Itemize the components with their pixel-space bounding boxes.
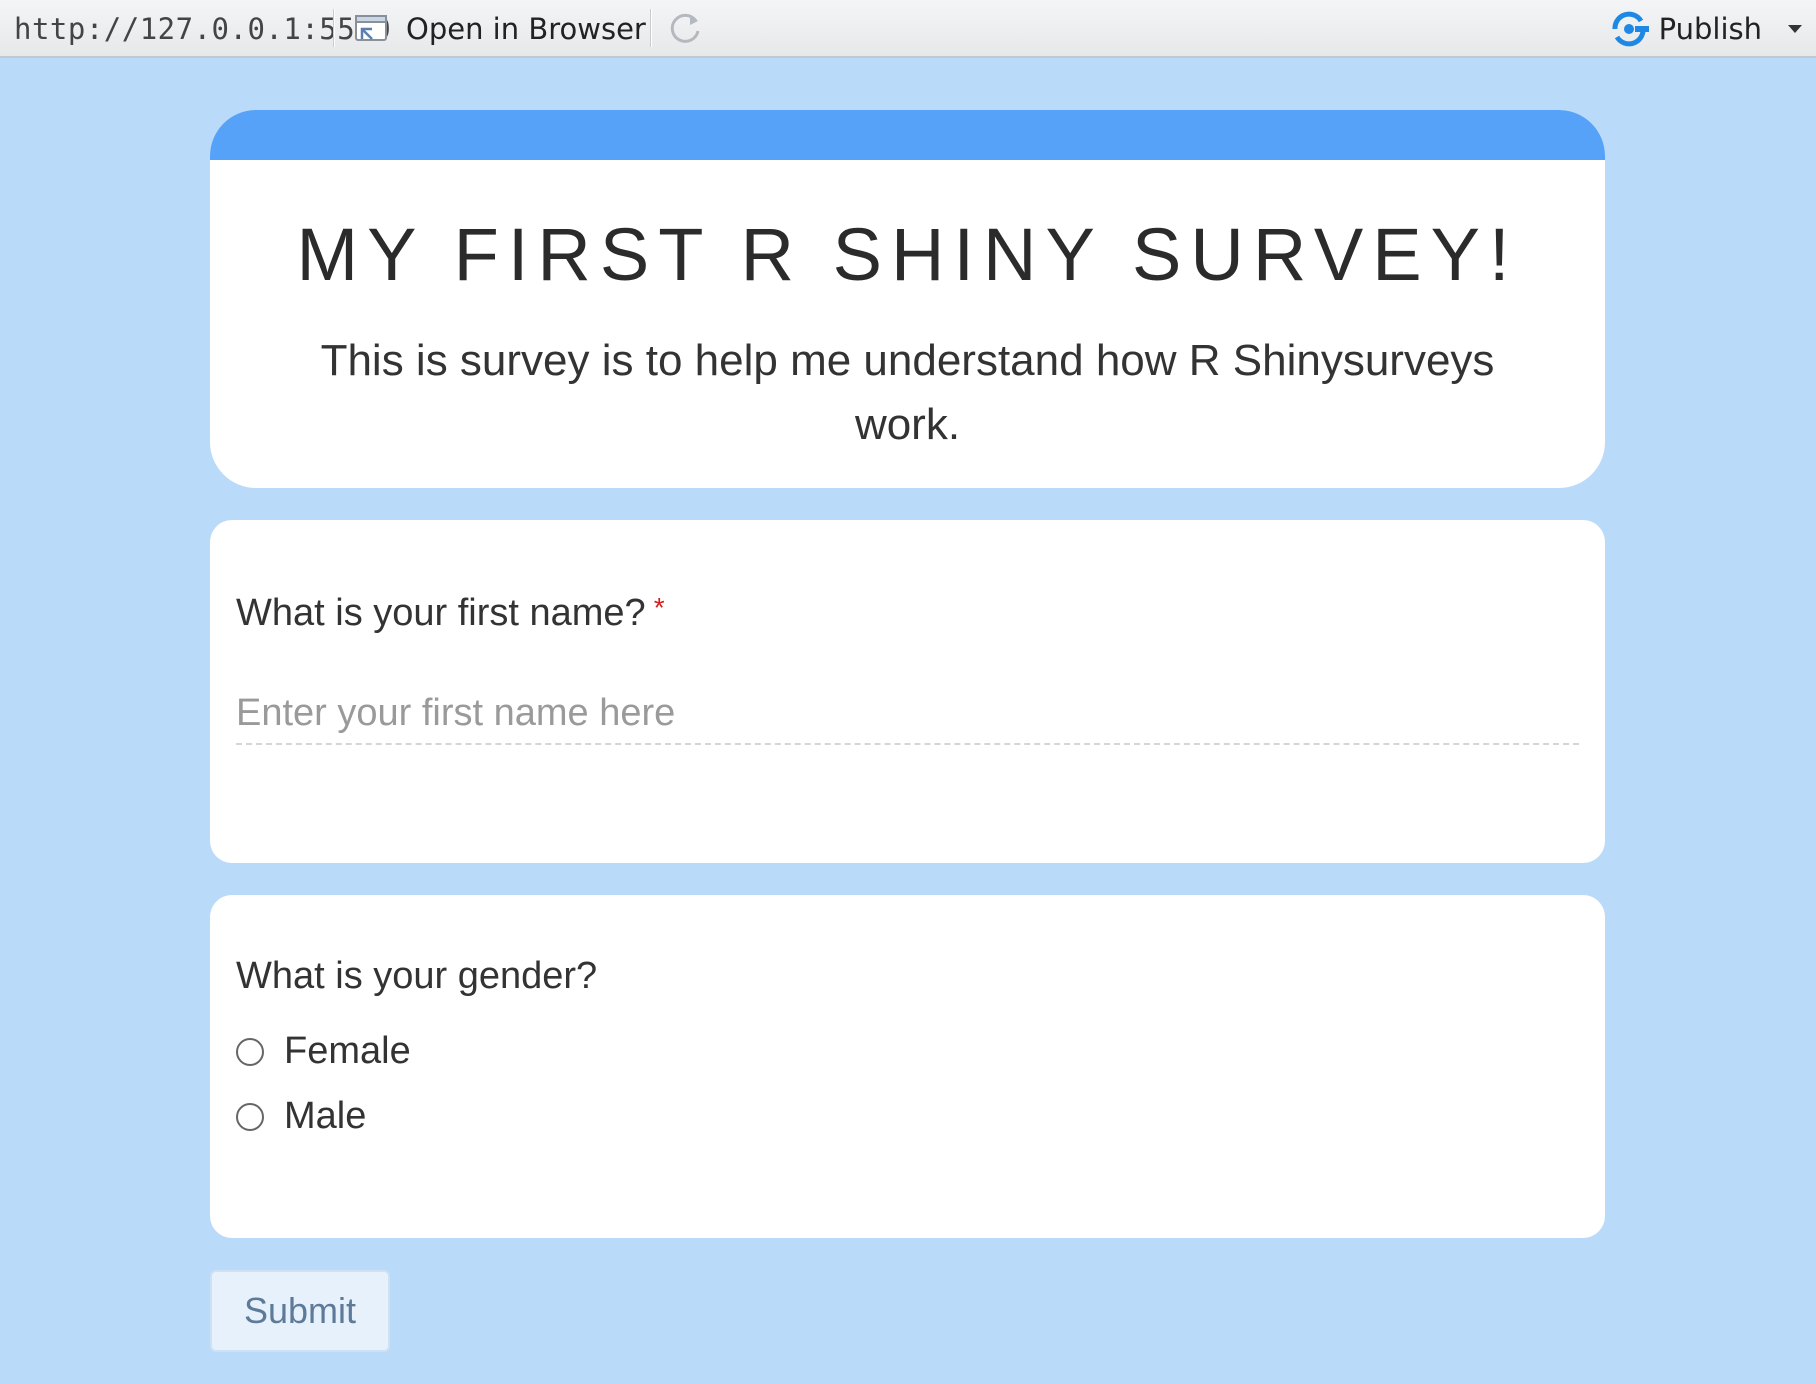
radio-option-male[interactable]: Male [236,1095,366,1138]
first-name-input[interactable] [236,683,1579,745]
question-card-first-name: What is your first name? * [210,520,1605,863]
publish-button[interactable]: Publish [1609,8,1802,50]
required-marker: * [653,592,665,623]
question-text: What is your gender? [236,955,598,997]
survey-header-card: MY FIRST R SHINY SURVEY! This is survey … [210,110,1605,488]
open-in-browser-icon [355,15,387,41]
refresh-icon[interactable] [665,9,705,49]
question-text: What is your first name? [236,592,646,634]
toolbar-divider [333,9,334,47]
open-in-browser-label: Open in Browser [406,12,646,46]
question-card-gender: What is your gender? Female Male [210,895,1605,1238]
radio-button[interactable] [236,1102,264,1131]
publish-label: Publish [1658,12,1762,46]
header-accent-bar [210,110,1605,160]
submit-button[interactable]: Submit [210,1270,390,1352]
survey-title: MY FIRST R SHINY SURVEY! [296,213,1519,296]
publish-icon [1612,11,1649,47]
url-text: http://127.0.0.1:5540 [14,12,392,46]
open-in-browser-button[interactable]: Open in Browser [352,8,646,50]
survey-description: This is survey is to help me understand … [320,336,1495,449]
viewer-toolbar: http://127.0.0.1:5540 Open in Browser Pu… [0,0,1816,58]
radio-label: Female [284,1030,411,1072]
toolbar-divider [650,9,651,47]
chevron-down-icon[interactable] [1788,25,1802,33]
question-label: What is your first name? * [236,592,665,635]
radio-button[interactable] [236,1037,264,1066]
radio-label: Male [284,1095,367,1137]
radio-option-female[interactable]: Female [236,1030,411,1073]
